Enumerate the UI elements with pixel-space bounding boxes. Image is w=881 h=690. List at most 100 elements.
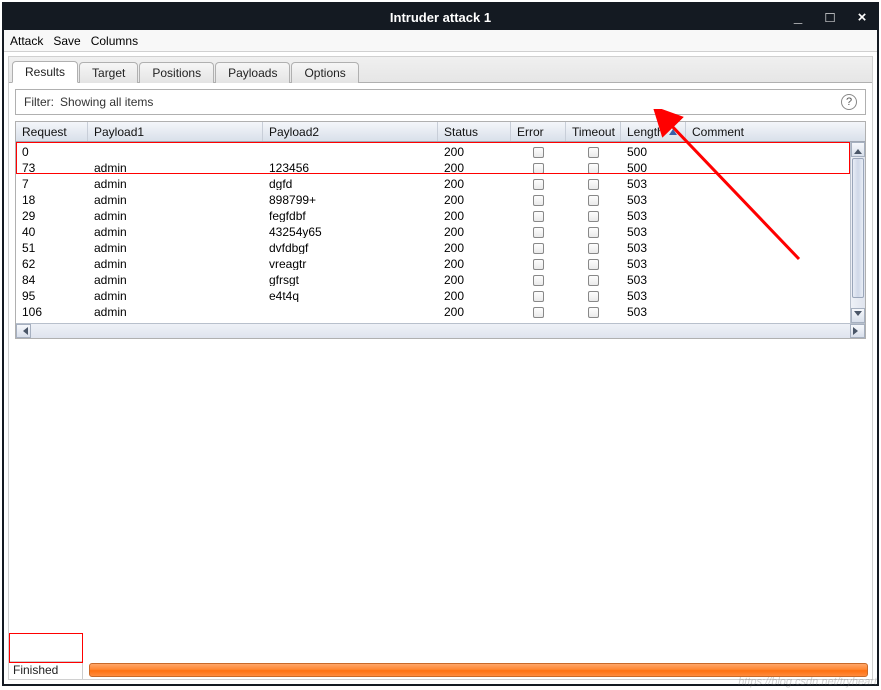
table-row[interactable]: 51admindvfdbgf200503	[16, 238, 865, 254]
table-row[interactable]: 106admin200503	[16, 302, 865, 318]
checkbox-icon	[588, 195, 599, 206]
scroll-thumb[interactable]	[852, 158, 864, 298]
cell-request: 18	[16, 190, 88, 206]
cell-request: 7	[16, 174, 88, 190]
tabs: Results Target Positions Payloads Option…	[9, 57, 872, 83]
cell-timeout	[566, 206, 621, 222]
checkbox-icon	[533, 147, 544, 158]
cell-status: 200	[438, 158, 511, 174]
col-timeout[interactable]: Timeout	[566, 122, 621, 141]
cell-status: 200	[438, 254, 511, 270]
cell-error	[511, 174, 566, 190]
cell-error	[511, 254, 566, 270]
cell-request: 29	[16, 206, 88, 222]
table-row[interactable]: 7admindgfd200503	[16, 174, 865, 190]
cell-error	[511, 286, 566, 302]
maximize-button[interactable]: □	[821, 9, 839, 26]
cell-payload2	[263, 318, 438, 323]
cell-length: 500	[621, 158, 686, 174]
cell-comment	[686, 190, 865, 206]
scroll-right-button[interactable]	[850, 324, 865, 338]
cell-status: 200	[438, 174, 511, 190]
table-row[interactable]: 29adminfegfdbf200503	[16, 206, 865, 222]
cell-length: 500	[621, 142, 686, 158]
table-row[interactable]: 95admine4t4q200503	[16, 286, 865, 302]
cell-comment	[686, 270, 865, 286]
col-length[interactable]: Length	[621, 122, 686, 141]
cell-length: 503	[621, 222, 686, 238]
minimize-button[interactable]: _	[789, 9, 807, 26]
cell-request: 84	[16, 270, 88, 286]
cell-status: 200	[438, 206, 511, 222]
window-title: Intruder attack 1	[390, 10, 491, 25]
cell-status: 200	[438, 286, 511, 302]
tab-payloads[interactable]: Payloads	[215, 62, 290, 83]
cell-payload1: admin	[88, 174, 263, 190]
menu-columns[interactable]: Columns	[91, 34, 138, 48]
col-status[interactable]: Status	[438, 122, 511, 141]
scroll-down-button[interactable]	[851, 308, 865, 323]
cell-comment	[686, 254, 865, 270]
cell-payload1: admin	[88, 302, 263, 318]
cell-length: 503	[621, 318, 686, 323]
horizontal-scrollbar[interactable]	[16, 323, 865, 338]
filter-bar[interactable]: Filter: Showing all items ?	[15, 89, 866, 115]
cell-timeout	[566, 158, 621, 174]
titlebar[interactable]: Intruder attack 1 _ □ ×	[4, 4, 877, 30]
table-row[interactable]: 40admin43254y65200503	[16, 222, 865, 238]
content-panel: Results Target Positions Payloads Option…	[8, 56, 873, 680]
col-payload1[interactable]: Payload1	[88, 122, 263, 141]
checkbox-icon	[533, 211, 544, 222]
checkbox-icon	[533, 195, 544, 206]
cell-payload2: e4t4q	[263, 286, 438, 302]
col-error[interactable]: Error	[511, 122, 566, 141]
cell-payload2: 43254y65	[263, 222, 438, 238]
table-row[interactable]: 117admin200503	[16, 318, 865, 323]
cell-status: 200	[438, 222, 511, 238]
cell-comment	[686, 286, 865, 302]
cell-payload2: dvfdbgf	[263, 238, 438, 254]
cell-length: 503	[621, 190, 686, 206]
cell-comment	[686, 142, 865, 158]
table-row[interactable]: 84admingfrsgt200503	[16, 270, 865, 286]
menu-attack[interactable]: Attack	[10, 34, 43, 48]
cell-comment	[686, 222, 865, 238]
checkbox-icon	[533, 275, 544, 286]
checkbox-icon	[588, 291, 599, 302]
cell-comment	[686, 158, 865, 174]
cell-payload1	[88, 142, 263, 158]
cell-status: 200	[438, 270, 511, 286]
checkbox-icon	[588, 259, 599, 270]
table-row[interactable]: 18admin898799+200503	[16, 190, 865, 206]
close-button[interactable]: ×	[853, 9, 871, 26]
vertical-scrollbar[interactable]	[850, 142, 865, 323]
menu-save[interactable]: Save	[53, 34, 80, 48]
cell-status: 200	[438, 302, 511, 318]
col-comment[interactable]: Comment	[686, 122, 865, 141]
tab-target[interactable]: Target	[79, 62, 138, 83]
checkbox-icon	[588, 179, 599, 190]
cell-comment	[686, 206, 865, 222]
cell-error	[511, 158, 566, 174]
tab-results[interactable]: Results	[12, 61, 78, 83]
help-icon[interactable]: ?	[841, 94, 857, 110]
cell-error	[511, 318, 566, 323]
table-row[interactable]: 73admin123456200500	[16, 158, 865, 174]
table-row[interactable]: 0200500	[16, 142, 865, 158]
results-panel: Filter: Showing all items ? Request Payl…	[9, 83, 872, 679]
checkbox-icon	[533, 259, 544, 270]
cell-error	[511, 238, 566, 254]
cell-request: 0	[16, 142, 88, 158]
scroll-left-button[interactable]	[16, 324, 31, 338]
cell-payload2: vreagtr	[263, 254, 438, 270]
col-payload2[interactable]: Payload2	[263, 122, 438, 141]
cell-payload1: admin	[88, 270, 263, 286]
cell-timeout	[566, 142, 621, 158]
table-row[interactable]: 62adminvreagtr200503	[16, 254, 865, 270]
scroll-up-button[interactable]	[851, 142, 865, 157]
tab-options[interactable]: Options	[291, 62, 358, 83]
cell-timeout	[566, 318, 621, 323]
col-request[interactable]: Request	[16, 122, 88, 141]
tab-positions[interactable]: Positions	[139, 62, 214, 83]
cell-length: 503	[621, 174, 686, 190]
